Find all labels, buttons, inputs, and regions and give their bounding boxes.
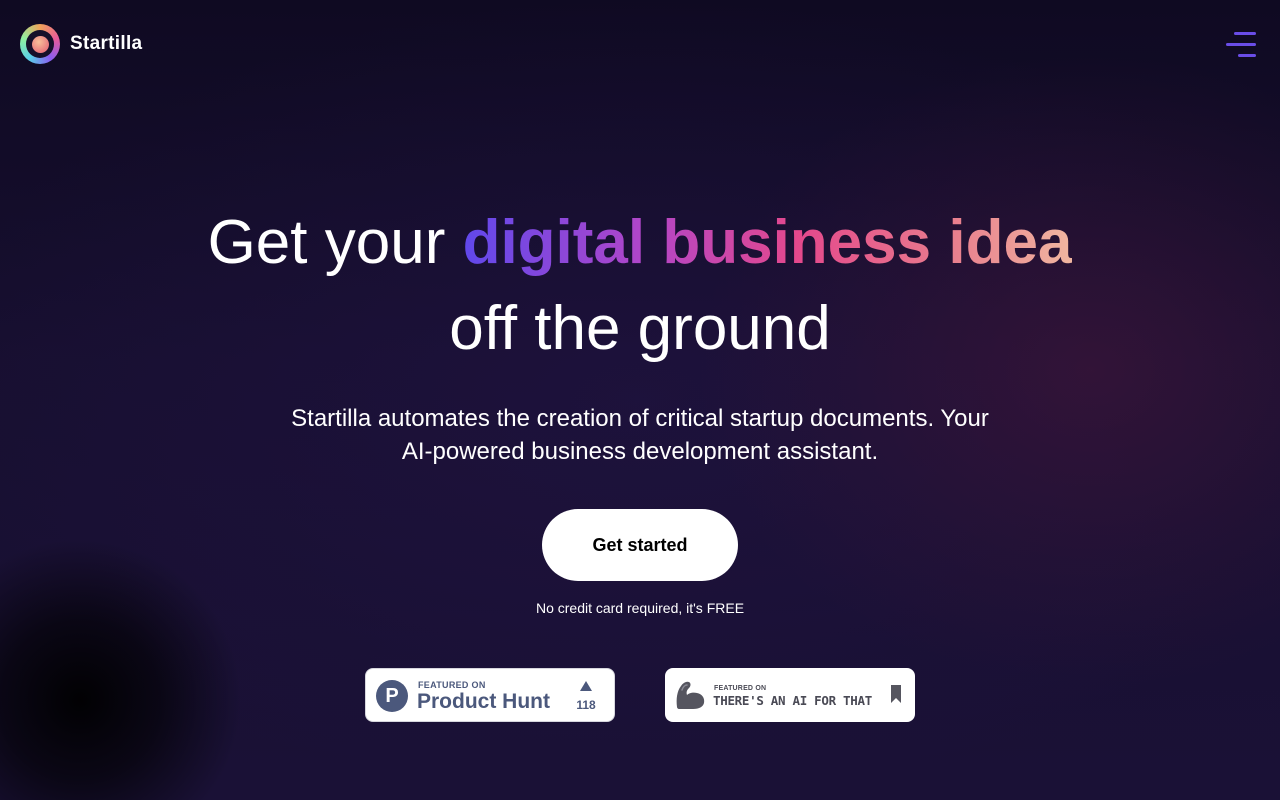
hero-title: Get your digital business idea off the g… (0, 200, 1280, 372)
product-hunt-badge[interactable]: P FEATURED ON Product Hunt 118 (365, 668, 615, 722)
no-credit-card-note: No credit card required, it's FREE (535, 600, 745, 616)
product-hunt-upvote-count: 118 (576, 698, 596, 712)
product-hunt-featured-label: FEATURED ON (418, 680, 486, 690)
startilla-logo-icon (20, 24, 60, 64)
page-background (0, 0, 1280, 800)
hamburger-menu-icon[interactable] (1224, 32, 1256, 58)
product-hunt-logo-icon: P (376, 680, 408, 712)
theres-an-ai-for-that-badge[interactable]: FEATURED ON THERE'S AN AI FOR THAT (665, 668, 915, 722)
flexed-arm-icon (676, 681, 705, 709)
ai-featured-label: FEATURED ON (714, 685, 767, 692)
bookmark-icon (891, 685, 901, 703)
hero-title-suffix: off the ground (449, 294, 831, 363)
hero-subtitle: Startilla automates the creation of crit… (291, 405, 989, 465)
ai-badge-name: THERE'S AN AI FOR THAT (713, 693, 872, 708)
product-hunt-name: Product Hunt (417, 690, 550, 713)
upvote-arrow-icon (580, 681, 592, 691)
get-started-button[interactable]: Get started (542, 509, 738, 581)
brand-logo-link[interactable]: Startilla (20, 24, 142, 64)
hero-title-highlight: digital business idea (462, 208, 1073, 277)
brand-name: Startilla (70, 33, 143, 54)
hero-title-prefix: Get your (207, 208, 463, 277)
